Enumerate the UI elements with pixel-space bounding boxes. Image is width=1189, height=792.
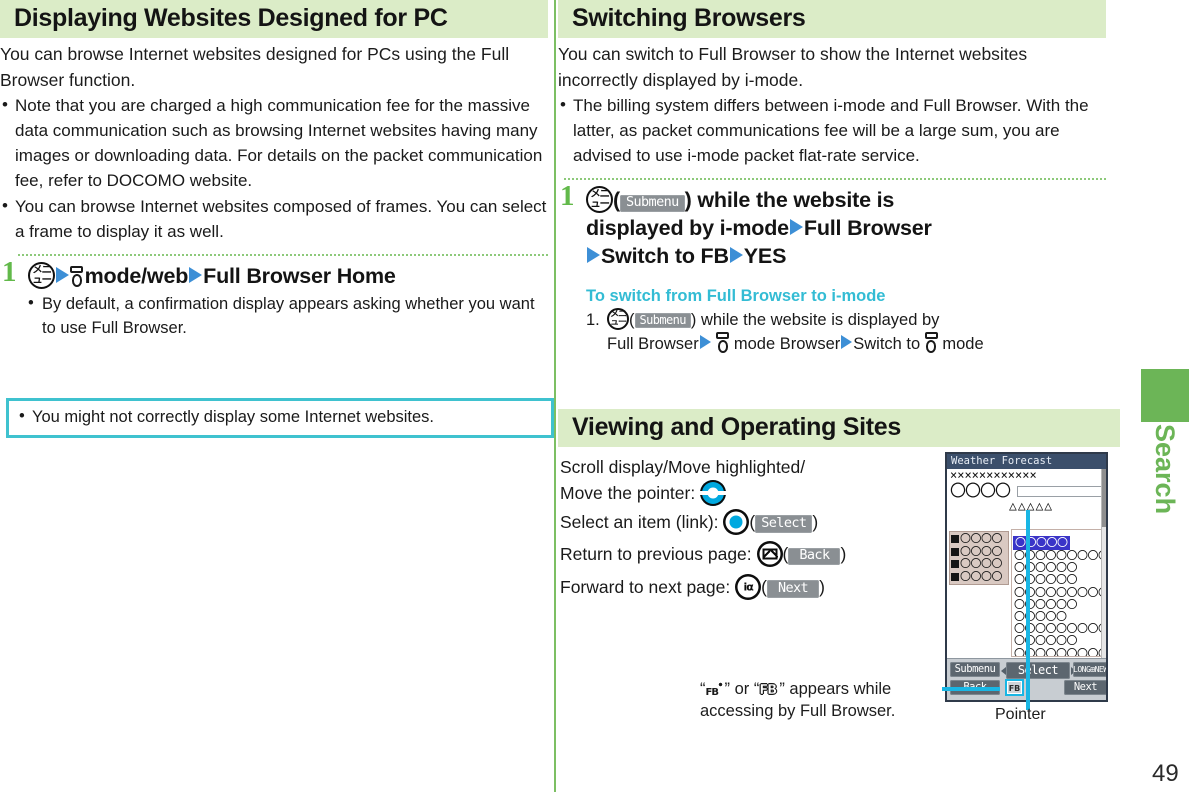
softkey-chip-select: Select	[755, 515, 813, 533]
full-browser-pointer-indicator: FB	[1005, 679, 1024, 696]
arrow-right-icon	[729, 246, 743, 263]
phone-scrollbar[interactable]	[1101, 469, 1106, 659]
numbered-step-1: 1. メニュー(Submenu) while the website is dis…	[586, 307, 984, 354]
phone-highlighted-link[interactable]: 〇〇〇〇〇	[1013, 535, 1070, 551]
page-number: 49	[1152, 760, 1179, 787]
numbered-step-line2-c: Switch to	[853, 335, 921, 354]
step-block-right: 1 メニュー(Submenu) while the website is dis…	[558, 182, 1106, 357]
phone-softkey-long-new[interactable]: LONG⊞NEW	[1073, 662, 1106, 677]
list-item[interactable]: 〇〇〇〇	[951, 570, 1008, 584]
numbered-step-line2-b: mode Browser	[733, 335, 841, 354]
imode-logo-icon	[924, 332, 938, 354]
intro-text-right: You can switch to Full Browser to show t…	[558, 44, 1028, 90]
list-item: You can browse Internet websites compose…	[0, 194, 548, 245]
menu-key-icon: メニュー	[607, 307, 629, 330]
numbered-step-line2-a: Full Browser	[607, 335, 699, 354]
arrow-right-icon	[841, 335, 853, 350]
step-target-yes: YES	[743, 243, 787, 268]
step-line1-tail: ) while the website is	[684, 188, 895, 213]
step-line2: displayed by i-mode	[586, 215, 789, 240]
step-instruction: メニュー mode/web Full Browser Home	[28, 262, 548, 291]
right-column: Switching Browsers You can switch to Ful…	[558, 0, 1120, 600]
center-select-key-icon	[723, 508, 750, 535]
operation-return-previous: Return to previous page: (Back)	[560, 538, 960, 570]
fb-callout-caption: “” or “” appears while accessing by Full…	[700, 678, 950, 723]
intro-paragraph-left: You can browse Internet websites designe…	[0, 38, 548, 93]
operation-scroll-line1: Scroll display/Move highlighted/	[560, 457, 806, 477]
section-header-viewing-operating-sites: Viewing and Operating Sites	[558, 409, 1120, 447]
fb-icon: FB	[1008, 682, 1021, 693]
step-sub-note: By default, a confirmation display appea…	[28, 292, 548, 341]
imode-logo-icon	[70, 266, 83, 287]
intro-paragraph-right: You can switch to Full Browser to show t…	[558, 38, 1106, 93]
section-header-switching-browsers: Switching Browsers	[558, 0, 1106, 38]
numbered-step-line2-d: mode	[942, 335, 984, 354]
operation-move-pointer: Move the pointer:	[560, 479, 960, 506]
list-item: The billing system differs between i-mod…	[558, 93, 1106, 169]
softkey-chip-back: Back	[788, 547, 841, 566]
quote-mid: ” or “	[724, 680, 760, 698]
arrow-right-icon	[56, 267, 69, 283]
column-divider	[554, 0, 556, 792]
arrow-right-icon	[699, 335, 711, 350]
menu-key-icon: メニュー	[28, 262, 55, 289]
step-target-full-browser-home: Full Browser Home	[203, 264, 396, 288]
operation-label: Select an item (link):	[560, 511, 719, 532]
pointer-callout-label: Pointer	[995, 706, 1046, 723]
step-number: 1	[2, 256, 17, 288]
imode-key-icon: iα	[735, 573, 762, 600]
imode-logo-icon	[716, 332, 730, 354]
softkey-chip-submenu: Submenu	[619, 194, 685, 213]
joystick-key-icon	[700, 479, 727, 506]
phone-softkey-next[interactable]: Next	[1064, 680, 1106, 695]
bullet-list-left: Note that you are charged a high communi…	[0, 93, 548, 245]
mail-key-icon	[756, 541, 783, 568]
operation-label: Return to previous page:	[560, 544, 752, 565]
numbered-step-marker: 1.	[586, 310, 600, 329]
fb-moving-icon	[706, 680, 725, 699]
manual-page: Displaying Websites Designed for PC You …	[0, 0, 1189, 792]
edge-tab-label-search: Search	[1150, 424, 1180, 515]
note-text: You might not correctly display some Int…	[19, 406, 543, 428]
operation-forward-next: Forward to next page: iα(Next)	[560, 571, 960, 603]
dotted-separator	[564, 178, 1106, 181]
step-number: 1	[560, 180, 575, 213]
phone-softkey-submenu[interactable]: Submenu	[950, 662, 1000, 677]
softkey-chip-next: Next	[766, 580, 820, 598]
softkey-chip-submenu: Submenu	[634, 312, 691, 328]
phone-title-bar: Weather Forecast	[947, 454, 1106, 469]
fb-static-icon	[759, 680, 779, 700]
phone-softkey-select[interactable]: Select	[1006, 662, 1070, 679]
note-box-left: You might not correctly display some Int…	[6, 398, 554, 439]
menu-key-icon: メニュー	[586, 186, 613, 214]
operation-select-item: Select an item (link): (Select)	[560, 506, 960, 538]
phone-menu-column: 〇〇〇〇 〇〇〇〇 〇〇〇〇 〇〇〇〇	[949, 531, 1009, 585]
fb-callout-leader-line	[942, 687, 1000, 691]
operations-list: Scroll display/Move highlighted/ Move th…	[560, 450, 960, 603]
section-header-displaying-websites: Displaying Websites Designed for PC	[0, 0, 548, 38]
operation-label: Move the pointer:	[560, 482, 696, 503]
arrow-right-icon	[189, 267, 203, 283]
step-target-full-browser: Full Browser	[803, 215, 932, 240]
left-column: Displaying Websites Designed for PC You …	[0, 0, 554, 439]
step-block-left: 1 メニュー mode/web Full Browser Home By defa…	[0, 258, 548, 341]
edge-tab-block	[1141, 369, 1189, 422]
step-instruction: メニュー(Submenu) while the website is displ…	[586, 186, 932, 268]
step-target-mode-web: mode/web	[84, 264, 189, 288]
bullet-list-right: The billing system differs between i-mod…	[558, 93, 1106, 169]
phone-content-column: 〇〇〇〇〇 〇〇〇〇〇〇〇〇〇 〇〇〇〇〇〇 〇〇〇〇〇〇 〇〇〇〇〇〇〇〇〇 …	[1011, 529, 1103, 657]
arrow-right-icon	[587, 246, 600, 263]
arrow-right-icon	[789, 218, 803, 235]
intro-text-left: You can browse Internet websites designe…	[0, 44, 510, 90]
dotted-separator	[18, 254, 548, 256]
step-target-switch-to-fb: Switch to FB	[601, 243, 729, 268]
list-item: Note that you are charged a high communi…	[0, 93, 548, 194]
pointer-callout-line	[1026, 510, 1030, 710]
numbered-step-tail: ) while the website is displayed by	[690, 310, 940, 329]
operation-label: Forward to next page:	[560, 576, 731, 597]
phone-input-box[interactable]	[1017, 486, 1103, 497]
sub-heading-switch-to-imode: To switch from Full Browser to i-mode	[586, 286, 886, 305]
scrollbar-thumb[interactable]	[1102, 469, 1106, 527]
